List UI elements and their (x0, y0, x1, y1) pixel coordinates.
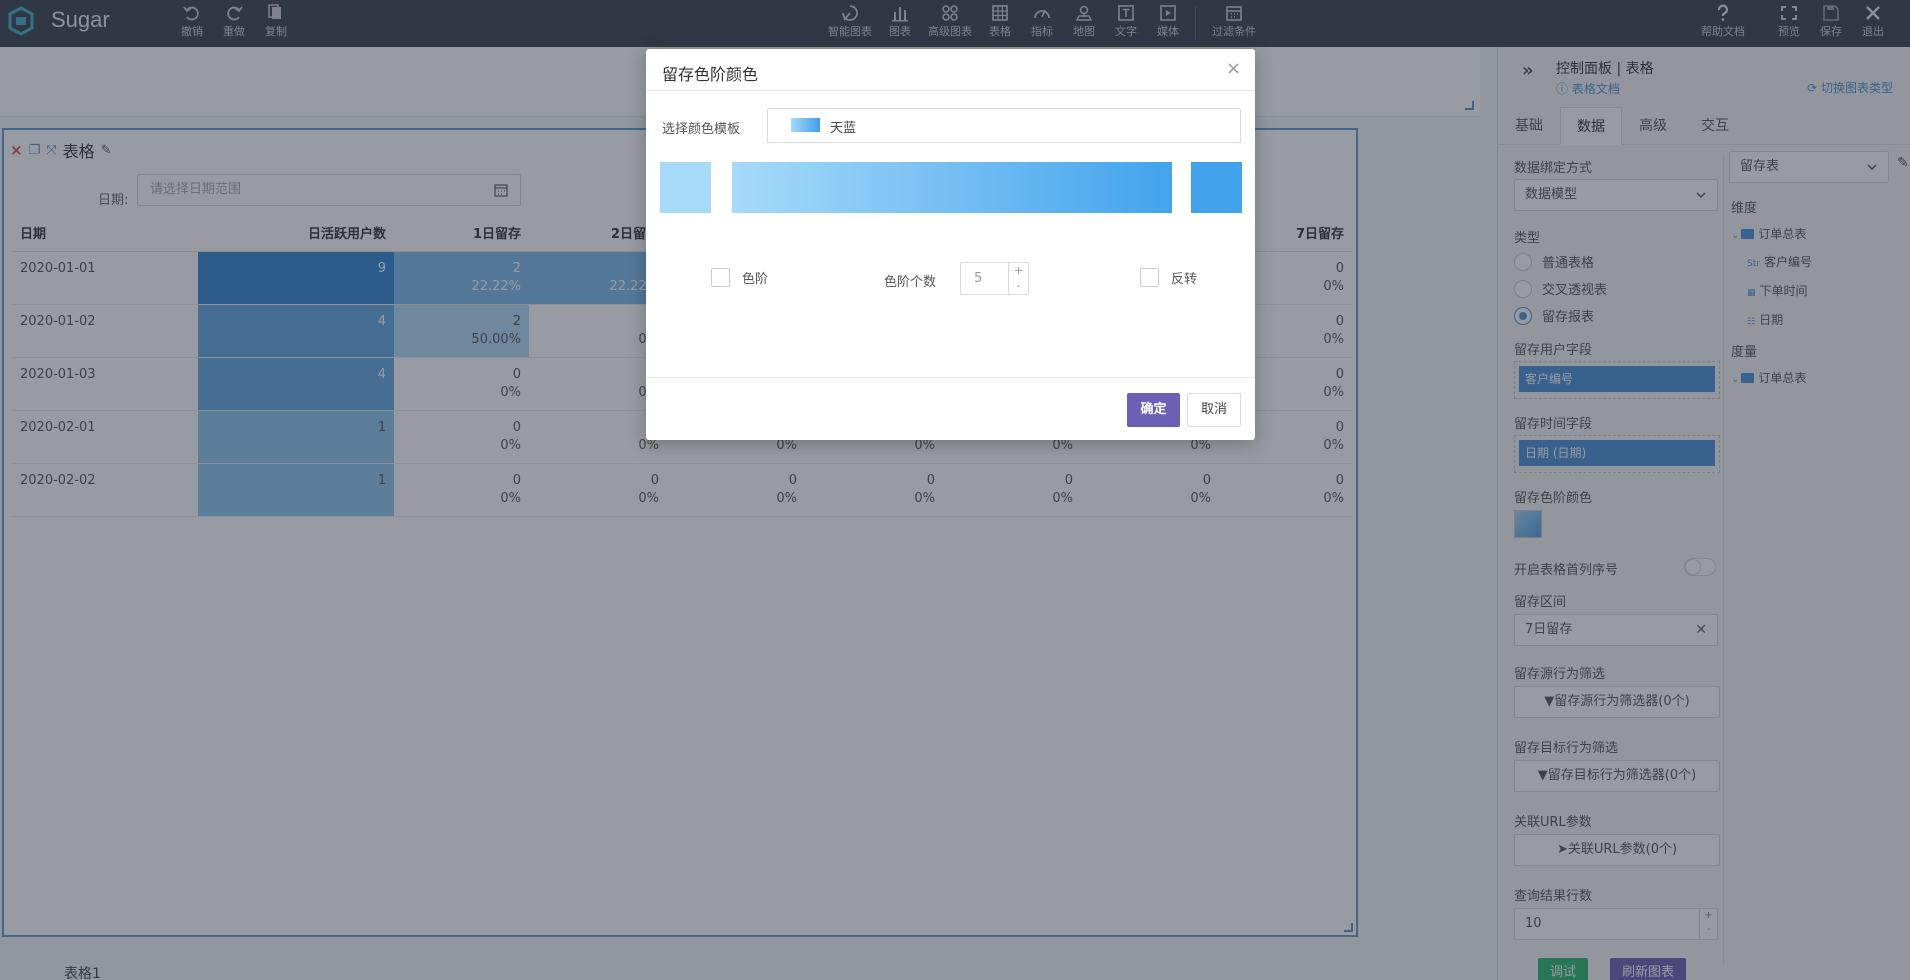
close-icon[interactable]: × (1226, 58, 1241, 79)
reverse-checkbox[interactable]: 反转 (1140, 268, 1197, 287)
color-template-select[interactable]: 天蓝 (767, 108, 1241, 143)
end-color-swatch[interactable] (1191, 162, 1242, 213)
confirm-button[interactable]: 确定 (1127, 393, 1180, 427)
stepper-buttons[interactable]: + - (1008, 263, 1028, 294)
gradient-bar (732, 162, 1172, 213)
start-color-swatch[interactable] (660, 162, 711, 213)
gradient-checkbox[interactable]: 色阶 (711, 268, 768, 287)
cancel-button[interactable]: 取消 (1187, 393, 1241, 427)
dialog-title: 留存色阶颜色 (662, 65, 759, 84)
dialog-header: 留存色阶颜色 × (646, 49, 1255, 91)
count-label: 色阶个数 (884, 275, 937, 290)
retention-color-dialog: 留存色阶颜色 × 选择颜色模板 天蓝 色阶 色阶个数 5 + - 反转 确定 取消 (646, 49, 1255, 440)
count-value: 5 (974, 271, 983, 286)
template-gradient-preview (791, 118, 820, 132)
template-label: 选择颜色模板 (662, 122, 741, 137)
count-stepper[interactable]: 5 + - (960, 262, 1029, 295)
template-name: 天蓝 (830, 121, 857, 136)
dialog-footer-divider (646, 377, 1255, 378)
